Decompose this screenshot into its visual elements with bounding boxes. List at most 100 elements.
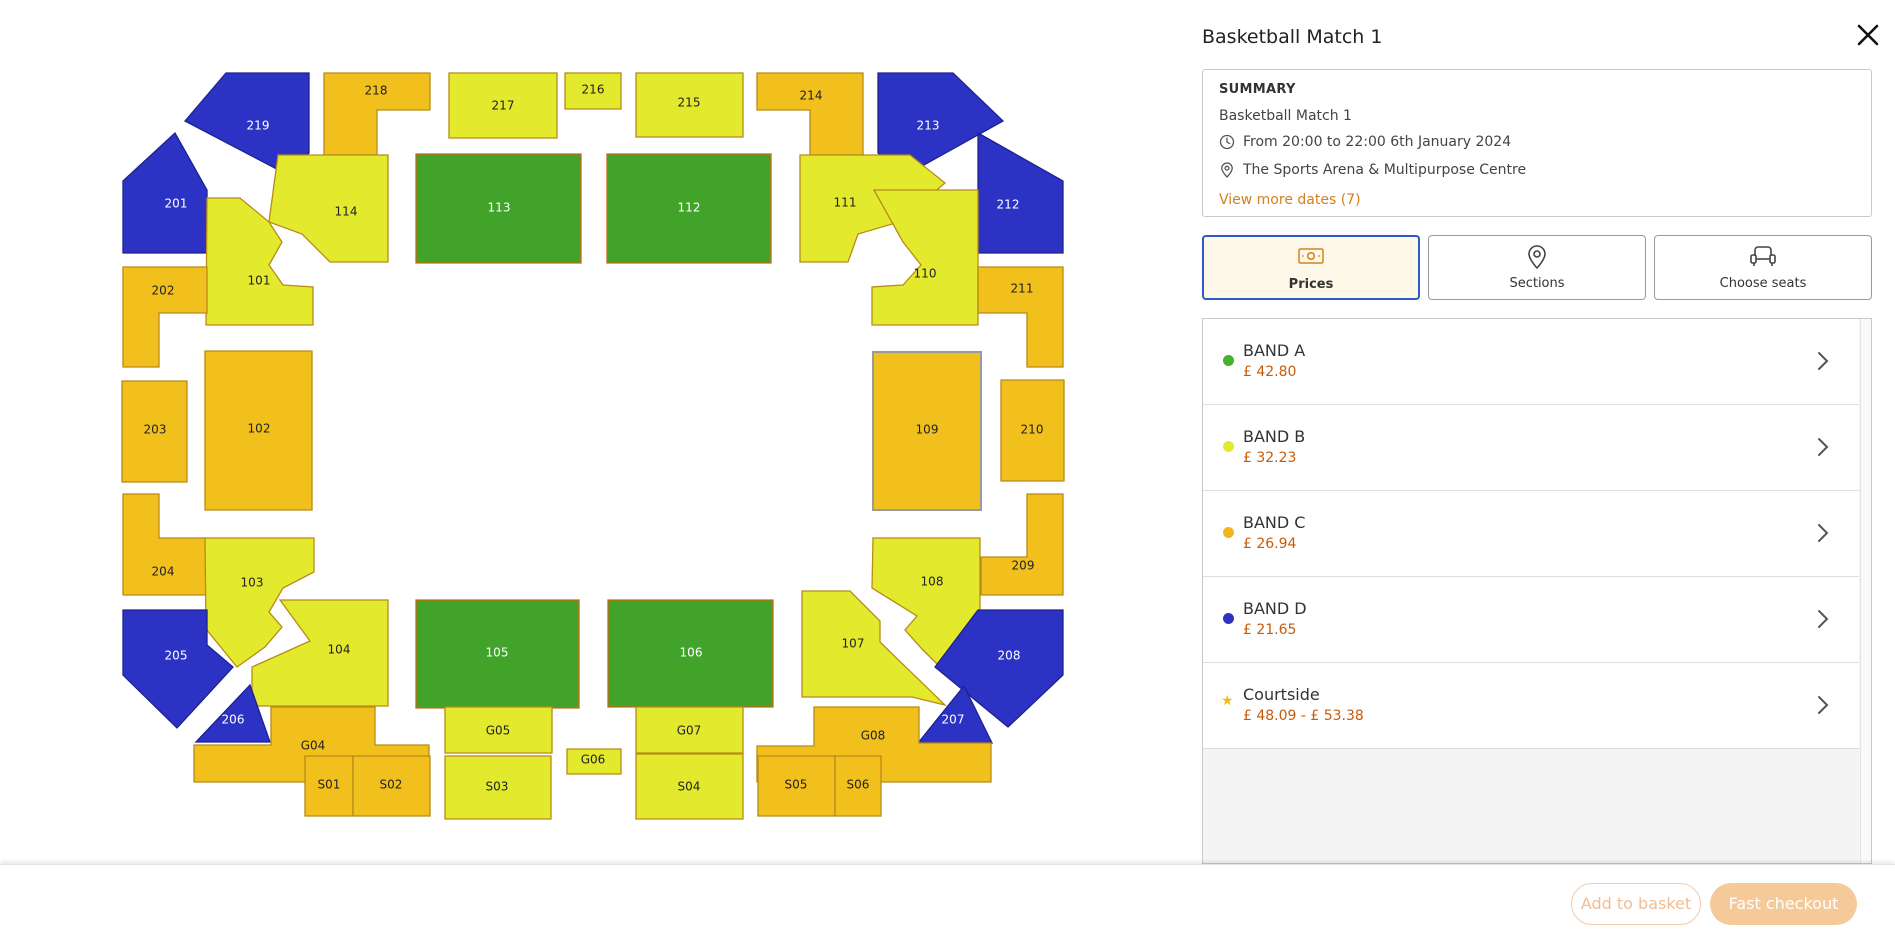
section-label: 105 [486, 646, 509, 660]
section-label: 106 [680, 646, 703, 660]
seat-section-112[interactable]: 112 [606, 153, 772, 264]
seat-section-102[interactable]: 102 [204, 350, 313, 511]
chevron-right-icon [1818, 610, 1829, 628]
section-label: 202 [152, 284, 175, 298]
tab-choose-seats[interactable]: Choose seats [1654, 235, 1872, 300]
chevron-right-icon [1818, 438, 1829, 456]
ticket-icon [1298, 248, 1324, 264]
band-price: £ 32.23 [1243, 450, 1297, 466]
section-label: 209 [1012, 559, 1035, 573]
seat-section-S05[interactable]: S05 [757, 755, 836, 817]
summary-time-row: From 20:00 to 22:00 6th January 2024 [1219, 134, 1511, 150]
seat-section-215[interactable]: 215 [635, 72, 744, 138]
seat-section-203[interactable]: 203 [121, 380, 188, 483]
seat-section-204[interactable]: 204 [122, 493, 208, 596]
section-shape[interactable] [977, 131, 1064, 254]
band-name: Courtside [1243, 685, 1320, 704]
seat-section-217[interactable]: 217 [448, 72, 558, 139]
seat-section-210[interactable]: 210 [1000, 379, 1065, 482]
summary-event-name: Basketball Match 1 [1219, 108, 1352, 124]
seat-section-105[interactable]: 105 [415, 599, 580, 709]
band-name: BAND C [1243, 513, 1306, 532]
section-label: 203 [144, 423, 167, 437]
seat-section-S02[interactable]: S02 [352, 755, 431, 817]
seat-section-114[interactable]: 114 [268, 154, 389, 263]
price-band-rows: BAND A £ 42.80 BAND B £ 32.23 BAND C £ 26.94 B… [1203, 319, 1859, 749]
add-to-basket-button[interactable]: Add to basket [1571, 883, 1701, 925]
band-color-dot [1223, 613, 1234, 624]
band-color-dot [1223, 355, 1234, 366]
section-label: G06 [581, 753, 606, 767]
band-price: £ 26.94 [1243, 536, 1297, 552]
section-label: 113 [488, 201, 511, 215]
close-button[interactable] [1855, 22, 1881, 48]
price-band-row[interactable]: BAND B £ 32.23 [1203, 405, 1859, 491]
seat-section-216[interactable]: 216 [564, 72, 622, 110]
seat-section-G06[interactable]: G06 [566, 748, 622, 775]
section-shape[interactable] [871, 189, 979, 326]
section-label: 206 [222, 713, 245, 727]
seat-section-202[interactable]: 202 [122, 266, 208, 368]
tab-sections[interactable]: Sections [1428, 235, 1646, 300]
star-icon: ★ [1221, 693, 1234, 709]
seat-section-S03[interactable]: S03 [444, 755, 552, 820]
seat-section-113[interactable]: 113 [415, 153, 582, 264]
section-label: 107 [842, 637, 865, 651]
section-label: G07 [677, 724, 702, 738]
summary-venue: The Sports Arena & Multipurpose Centre [1243, 162, 1527, 178]
seat-map-svg: 219 218 217 216 215 214 213 201 114 113 112 111 212 1… [121, 72, 1065, 820]
close-icon [1857, 24, 1879, 46]
section-label: 114 [335, 205, 358, 219]
section-label: 201 [165, 197, 188, 211]
band-price: £ 21.65 [1243, 622, 1297, 638]
seat-section-201[interactable]: 201 [122, 131, 208, 254]
summary-heading: SUMMARY [1219, 82, 1296, 97]
price-band-row[interactable]: BAND A £ 42.80 [1203, 319, 1859, 405]
section-label: 211 [1011, 282, 1034, 296]
seat-section-106[interactable]: 106 [607, 599, 774, 708]
view-more-dates-link[interactable]: View more dates (7) [1219, 192, 1361, 208]
section-shape[interactable] [122, 493, 208, 596]
section-label: 212 [997, 198, 1020, 212]
section-label: 104 [328, 643, 351, 657]
seat-section-211[interactable]: 211 [977, 266, 1064, 368]
section-shape[interactable] [756, 72, 864, 156]
band-name: BAND D [1243, 599, 1307, 618]
section-label: S04 [678, 780, 701, 794]
seat-icon [1750, 246, 1776, 266]
seat-section-209[interactable]: 209 [980, 493, 1064, 596]
seat-section-G05[interactable]: G05 [444, 706, 553, 754]
section-label: G04 [301, 739, 326, 753]
section-label: 109 [916, 423, 939, 437]
scrollbar[interactable] [1860, 319, 1871, 863]
tab-prices[interactable]: Prices [1202, 235, 1420, 300]
seat-section-S06[interactable]: S06 [834, 755, 882, 817]
band-price: £ 42.80 [1243, 364, 1297, 380]
seat-section-109[interactable]: 109 [872, 351, 982, 511]
seat-section-S01[interactable]: S01 [304, 755, 354, 817]
seat-section-110[interactable]: 110 [871, 189, 979, 326]
price-band-row[interactable]: ★ Courtside £ 48.09 - £ 53.38 [1203, 663, 1859, 749]
chevron-right-icon [1818, 524, 1829, 542]
fast-checkout-button[interactable]: Fast checkout [1710, 883, 1857, 925]
section-shape[interactable] [122, 266, 208, 368]
seat-section-G07[interactable]: G07 [635, 706, 744, 754]
seat-section-214[interactable]: 214 [756, 72, 864, 156]
price-band-row[interactable]: BAND C £ 26.94 [1203, 491, 1859, 577]
price-band-row[interactable]: BAND D £ 21.65 [1203, 577, 1859, 663]
section-label: 214 [800, 89, 823, 103]
section-shape[interactable] [122, 131, 208, 254]
section-shape[interactable] [980, 493, 1064, 596]
seat-section-218[interactable]: 218 [323, 72, 431, 156]
band-price: £ 48.09 - £ 53.38 [1243, 708, 1364, 724]
band-name: BAND B [1243, 427, 1306, 446]
event-panel: Basketball Match 1 SUMMARY Basketball Ma… [1202, 0, 1895, 864]
section-label: 213 [917, 119, 940, 133]
section-shape[interactable] [268, 154, 389, 263]
seat-section-S04[interactable]: S04 [635, 753, 744, 820]
section-label: G05 [486, 724, 511, 738]
section-label: 101 [248, 274, 271, 288]
section-label: 215 [678, 96, 701, 110]
tab-choose-seats-label: Choose seats [1719, 276, 1807, 291]
seat-section-212[interactable]: 212 [977, 131, 1064, 254]
